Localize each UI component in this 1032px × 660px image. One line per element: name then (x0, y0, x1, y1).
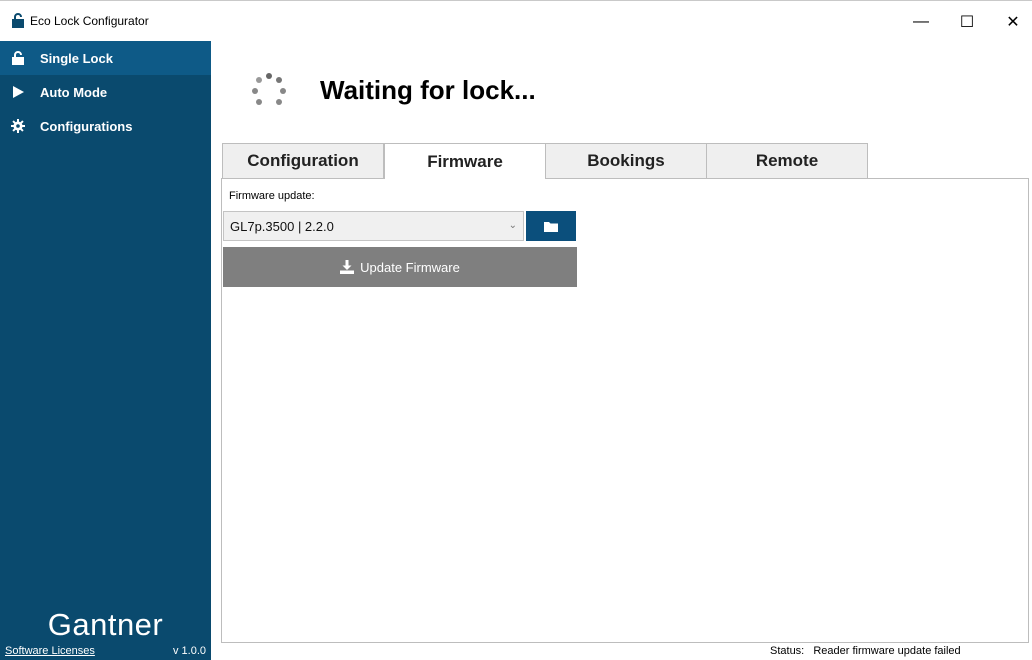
sidebar-item-label: Auto Mode (40, 84, 108, 100)
lock-status-heading: Waiting for lock... (320, 75, 536, 105)
update-firmware-button[interactable]: Update Firmware (223, 247, 577, 287)
play-icon (13, 86, 24, 98)
firmware-select-value: GL7p.3500 | 2.2.0 (230, 218, 334, 234)
loading-spinner-icon (252, 73, 286, 105)
minimize-button[interactable]: — (898, 1, 944, 42)
unlock-icon (12, 13, 24, 28)
sidebar: Single Lock Auto Mode Configurations Gan… (0, 41, 211, 660)
status-bar: Status: Reader firmware update failed (770, 645, 961, 657)
sidebar-item-label: Configurations (40, 118, 133, 134)
browse-folder-button[interactable] (526, 211, 576, 241)
software-licenses-link[interactable]: Software Licenses (5, 645, 95, 657)
version-label: v 1.0.0 (172, 645, 206, 657)
tab-configuration[interactable]: Configuration (222, 143, 384, 178)
firmware-select[interactable]: GL7p.3500 | 2.2.0 ⌄ (223, 211, 524, 241)
folder-icon (544, 221, 558, 232)
sidebar-item-configurations[interactable]: Configurations (0, 109, 211, 143)
chevron-down-icon: ⌄ (508, 220, 517, 231)
tab-bookings[interactable]: Bookings (545, 143, 707, 178)
download-icon (340, 260, 355, 274)
firmware-update-label: Firmware update: (229, 190, 315, 202)
unlock-icon (12, 51, 24, 65)
brand-logo: Gantner (47, 607, 164, 642)
status-label: Status: (770, 645, 805, 657)
tab-firmware[interactable]: Firmware (384, 143, 546, 179)
window-title: Eco Lock Configurator (30, 14, 149, 28)
sidebar-item-label: Single Lock (40, 50, 113, 66)
close-button[interactable]: ✕ (990, 1, 1032, 42)
tab-remote[interactable]: Remote (706, 143, 868, 178)
update-firmware-label: Update Firmware (360, 259, 460, 275)
gear-icon (11, 119, 25, 133)
sidebar-item-single-lock[interactable]: Single Lock (0, 41, 211, 75)
status-value: Reader firmware update failed (813, 645, 961, 657)
maximize-button[interactable]: ☐ (944, 1, 990, 42)
title-bar: Eco Lock Configurator — ☐ ✕ (0, 0, 1032, 41)
sidebar-item-auto-mode[interactable]: Auto Mode (0, 75, 211, 109)
